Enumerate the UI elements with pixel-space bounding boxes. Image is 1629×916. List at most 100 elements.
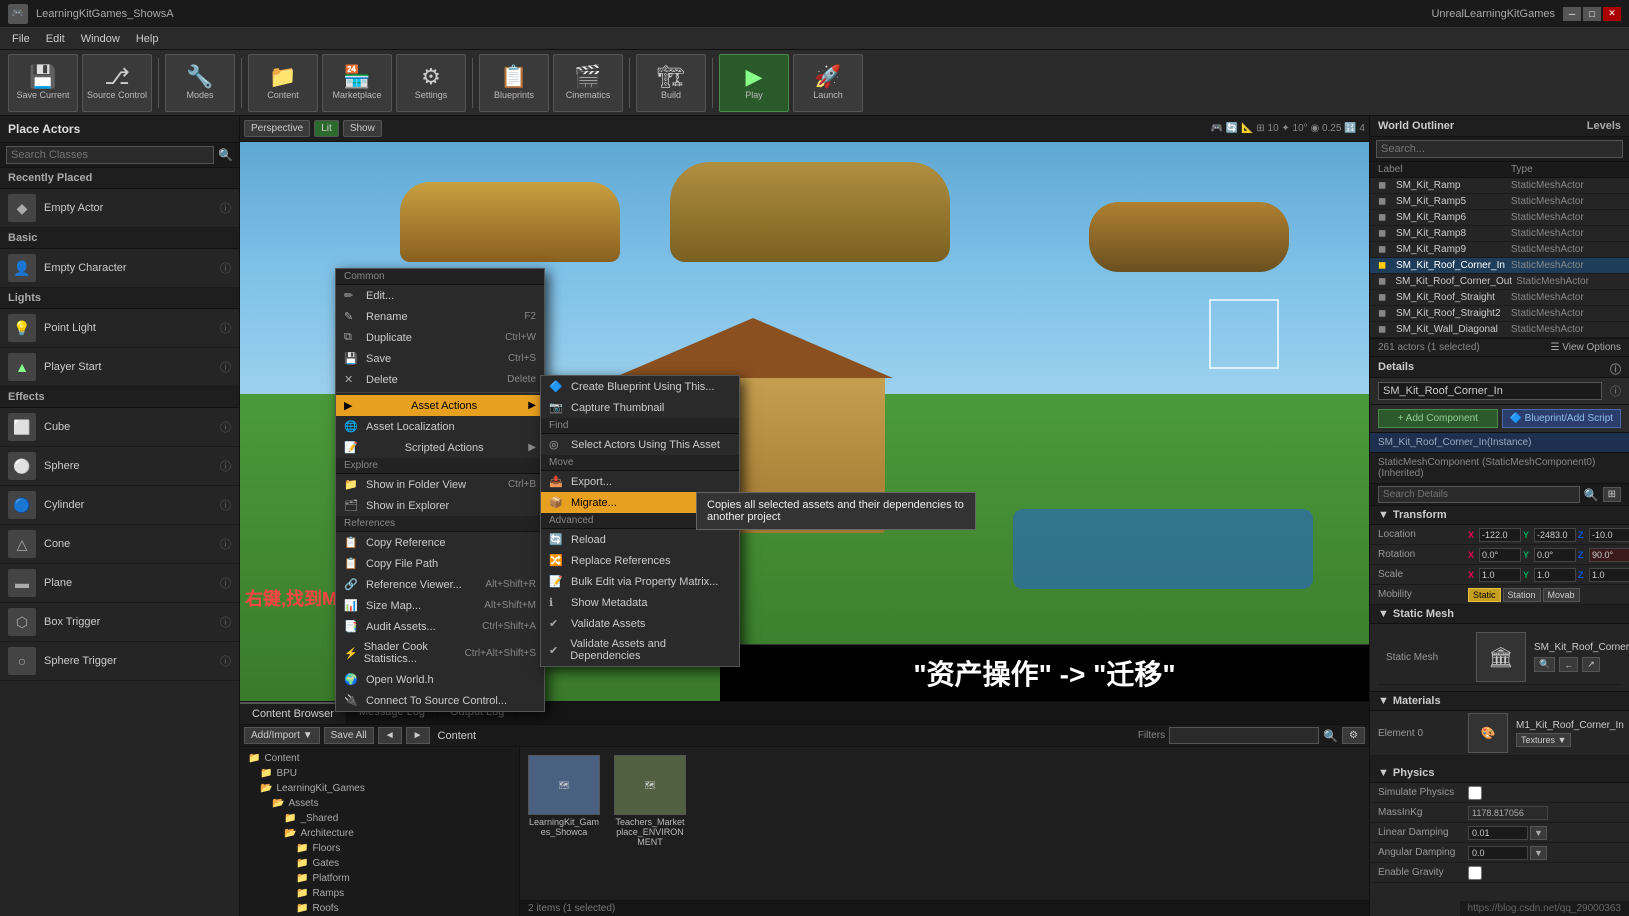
mesh-open-button[interactable]: ↗ xyxy=(1582,657,1600,672)
actor-plane[interactable]: ▬ Plane ⓘ xyxy=(0,564,239,603)
tree-item-gates[interactable]: 📁 Gates xyxy=(240,856,519,871)
settings-button[interactable]: ⚙ Settings xyxy=(396,54,466,112)
show-button[interactable]: Show xyxy=(343,120,382,137)
rotation-x-input[interactable] xyxy=(1479,548,1521,562)
cb-search-input[interactable] xyxy=(1169,727,1319,744)
actor-sphere[interactable]: ⚪ Sphere ⓘ xyxy=(0,447,239,486)
ctx-open-world[interactable]: 🌍 Open World.h xyxy=(336,669,544,690)
ctx-validate-assets[interactable]: ✔ Validate Assets xyxy=(541,613,739,634)
category-lights[interactable]: Lights xyxy=(0,288,239,309)
add-component-button[interactable]: + Add Component xyxy=(1378,409,1498,428)
scale-y-input[interactable] xyxy=(1534,568,1576,582)
outliner-item-roof-corner-out[interactable]: ◼ SM_Kit_Roof_Corner_Out StaticMeshActor xyxy=(1370,274,1629,290)
outliner-item-ramp9[interactable]: ◼ SM_Kit_Ramp9 StaticMeshActor xyxy=(1370,242,1629,258)
ctx-capture-thumbnail[interactable]: 📷 Capture Thumbnail xyxy=(541,397,739,418)
cinematics-button[interactable]: 🎬 Cinematics xyxy=(553,54,623,112)
tree-item-content[interactable]: 📁 Content xyxy=(240,751,519,766)
marketplace-button[interactable]: 🏪 Marketplace xyxy=(322,54,392,112)
outliner-item-roof-corner-in[interactable]: ◼ SM_Kit_Roof_Corner_In StaticMeshActor xyxy=(1370,258,1629,274)
angular-damp-input[interactable] xyxy=(1468,846,1528,860)
material-type-button[interactable]: Textures ▼ xyxy=(1516,733,1571,747)
ctx-save[interactable]: 💾 Save Ctrl+S xyxy=(336,348,544,369)
cb-item-teachers[interactable]: 🗺 Teachers_Marketplace_ENVIRONMENT xyxy=(610,751,690,851)
ctx-scripted-actions[interactable]: 📝 Scripted Actions ▶ xyxy=(336,437,544,458)
mobility-movab-btn[interactable]: Movab xyxy=(1543,588,1580,602)
close-button[interactable]: ✕ xyxy=(1603,7,1621,21)
source-control-button[interactable]: ⎇ Source Control xyxy=(82,54,152,112)
enable-gravity-checkbox[interactable] xyxy=(1468,866,1482,880)
ctx-rename[interactable]: ✎ Rename F2 xyxy=(336,306,544,327)
save-current-button[interactable]: 💾 Save Current xyxy=(8,54,78,112)
ctx-copy-filepath[interactable]: 📋 Copy File Path xyxy=(336,553,544,574)
transform-section-header[interactable]: ▼ Transform xyxy=(1370,506,1629,525)
actor-empty-actor[interactable]: ◆ Empty Actor ⓘ xyxy=(0,189,239,228)
linear-damp-input[interactable] xyxy=(1468,826,1528,840)
outliner-item-roof-straight[interactable]: ◼ SM_Kit_Roof_Straight StaticMeshActor xyxy=(1370,290,1629,306)
tree-item-arch[interactable]: 📂 Architecture xyxy=(240,826,519,841)
ctx-asset-localization[interactable]: 🌐 Asset Localization xyxy=(336,416,544,437)
mesh-use-button[interactable]: ← xyxy=(1559,657,1578,672)
ctx-edit[interactable]: ✏ Edit... xyxy=(336,285,544,306)
tree-item-ramps[interactable]: 📁 Ramps xyxy=(240,886,519,901)
details-search-input[interactable] xyxy=(1378,486,1580,503)
location-z-input[interactable] xyxy=(1589,528,1629,542)
scale-z-input[interactable] xyxy=(1589,568,1629,582)
ctx-asset-actions[interactable]: ▶ Asset Actions ▶ xyxy=(336,395,544,416)
location-y-input[interactable] xyxy=(1534,528,1576,542)
add-import-button[interactable]: Add/Import ▼ xyxy=(244,727,320,744)
view-options-link[interactable]: ☰ View Options xyxy=(1551,342,1621,353)
cb-settings-button[interactable]: ⚙ xyxy=(1342,727,1365,744)
menu-edit[interactable]: Edit xyxy=(38,31,73,47)
outliner-search-input[interactable] xyxy=(1376,140,1623,158)
simulate-physics-checkbox[interactable] xyxy=(1468,786,1482,800)
ctx-duplicate[interactable]: ⧉ Duplicate Ctrl+W xyxy=(336,327,544,348)
ctx-create-blueprint[interactable]: 🔷 Create Blueprint Using This... xyxy=(541,376,739,397)
details-name-input[interactable] xyxy=(1378,382,1602,400)
category-recently-placed[interactable]: Recently Placed xyxy=(0,168,239,189)
masshkg-input[interactable] xyxy=(1468,806,1548,820)
ctx-select-actors[interactable]: ◎ Select Actors Using This Asset xyxy=(541,434,739,455)
ctx-shader-cook[interactable]: ⚡ Shader Cook Statistics... Ctrl+Alt+Shi… xyxy=(336,637,544,669)
category-effects[interactable]: Effects xyxy=(0,387,239,408)
rotation-z-input[interactable] xyxy=(1589,548,1629,562)
category-basic[interactable]: Basic xyxy=(0,228,239,249)
outliner-item-ramp6[interactable]: ◼ SM_Kit_Ramp6 StaticMeshActor xyxy=(1370,210,1629,226)
perspective-button[interactable]: Perspective xyxy=(244,120,310,137)
tree-item-assets[interactable]: 📂 Assets xyxy=(240,796,519,811)
rotation-y-input[interactable] xyxy=(1534,548,1576,562)
linear-damp-reset[interactable]: ▼ xyxy=(1530,826,1547,840)
mesh-browse-button[interactable]: 🔍 xyxy=(1534,657,1555,672)
menu-window[interactable]: Window xyxy=(73,31,128,47)
outliner-item-wall-diagonal[interactable]: ◼ SM_Kit_Wall_Diagonal StaticMeshActor xyxy=(1370,322,1629,338)
launch-button[interactable]: 🚀 Launch xyxy=(793,54,863,112)
outliner-item-roof-straight2[interactable]: ◼ SM_Kit_Roof_Straight2 StaticMeshActor xyxy=(1370,306,1629,322)
actor-cylinder[interactable]: 🔵 Cylinder ⓘ xyxy=(0,486,239,525)
tree-item-lkg[interactable]: 📂 LearningKit_Games xyxy=(240,781,519,796)
ctx-reference-viewer[interactable]: 🔗 Reference Viewer... Alt+Shift+R xyxy=(336,574,544,595)
outliner-item-ramp8[interactable]: ◼ SM_Kit_Ramp8 StaticMeshActor xyxy=(1370,226,1629,242)
mobility-static-btn[interactable]: Static xyxy=(1468,588,1501,602)
ctx-show-folder[interactable]: 📁 Show in Folder View Ctrl+B xyxy=(336,474,544,495)
maximize-button[interactable]: □ xyxy=(1583,7,1601,21)
ctx-audit-assets[interactable]: 📑 Audit Assets... Ctrl+Shift+A xyxy=(336,616,544,637)
cb-tab-content[interactable]: Content Browser xyxy=(240,702,347,724)
menu-file[interactable]: File xyxy=(4,31,38,47)
actor-cone[interactable]: △ Cone ⓘ xyxy=(0,525,239,564)
menu-help[interactable]: Help xyxy=(128,31,167,47)
actor-box-trigger[interactable]: ⬡ Box Trigger ⓘ xyxy=(0,603,239,642)
physics-section-header[interactable]: ▼ Physics xyxy=(1370,764,1629,783)
content-button[interactable]: 📁 Content xyxy=(248,54,318,112)
tree-item-bpu[interactable]: 📁 BPU xyxy=(240,766,519,781)
ctx-validate-deps[interactable]: ✔ Validate Assets and Dependencies xyxy=(541,634,739,666)
ctx-export[interactable]: 📤 Export... xyxy=(541,471,739,492)
blueprints-button[interactable]: 📋 Blueprints xyxy=(479,54,549,112)
static-mesh-section-header[interactable]: ▼ Static Mesh xyxy=(1370,605,1629,624)
tree-item-shared[interactable]: 📁 _Shared xyxy=(240,811,519,826)
minimize-button[interactable]: ─ xyxy=(1563,7,1581,21)
ctx-bulk-edit[interactable]: 📝 Bulk Edit via Property Matrix... xyxy=(541,571,739,592)
ctx-size-map[interactable]: 📊 Size Map... Alt+Shift+M xyxy=(336,595,544,616)
ctx-copy-reference[interactable]: 📋 Copy Reference xyxy=(336,532,544,553)
blueprint-script-button[interactable]: 🔷 Blueprint/Add Script xyxy=(1502,409,1622,428)
scale-x-input[interactable] xyxy=(1479,568,1521,582)
tree-item-roofs[interactable]: 📁 Roofs xyxy=(240,901,519,916)
